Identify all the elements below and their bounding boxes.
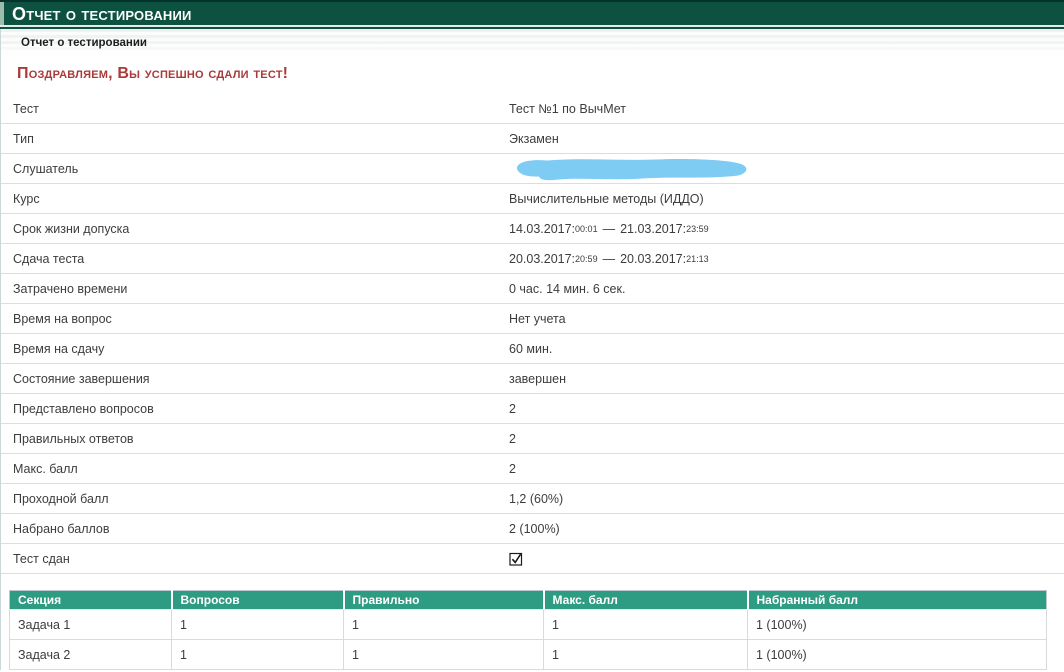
cell-questions: 1 [172,610,344,640]
cell-section: Задача 1 [10,610,172,640]
detail-label: Макс. балл [1,462,509,476]
detail-value: 2 [509,462,516,476]
cell-max-score: 1 [544,610,748,640]
detail-value: завершен [509,372,566,386]
cell-correct: 1 [344,610,544,640]
detail-label: Курс [1,192,509,206]
table-header-section: Секция [10,591,172,610]
detail-row-test-passed: Тест сдан [1,544,1064,574]
detail-row-type: Тип Экзамен [1,124,1064,154]
congrats-message: Поздравляем, Вы успешно сдали тест! [17,65,1064,87]
cell-scored: 1 (100%) [748,610,1047,640]
cell-questions: 1 [172,640,344,670]
table-header-correct: Правильно [344,591,544,610]
detail-row-max-score: Макс. балл 2 [1,454,1064,484]
detail-label: Представлено вопросов [1,402,509,416]
detail-label: Тип [1,132,509,146]
detail-value: 2 (100%) [509,522,560,536]
detail-label: Время на вопрос [1,312,509,326]
detail-label: Состояние завершения [1,372,509,386]
time-end: 23:59 [686,224,709,234]
detail-row-test: Тест Тест №1 по ВычМет [1,94,1064,124]
table-row: Задача 1 1 1 1 1 (100%) [10,610,1047,640]
detail-label: Тест сдан [1,552,509,566]
detail-value: Экзамен [509,132,559,146]
detail-row-correct-answers: Правильных ответов 2 [1,424,1064,454]
test-passed-checkbox[interactable] [509,552,523,566]
cell-scored: 1 (100%) [748,640,1047,670]
time-start: 20:59 [575,254,598,264]
detail-label: Время на сдачу [1,342,509,356]
page-title: Отчет о тестировании [4,3,192,25]
date-range-dash: — [603,252,616,266]
date-start: 14.03.2017: [509,222,575,236]
table-header-row: Секция Вопросов Правильно Макс. балл Наб… [10,591,1047,610]
detail-label: Набрано баллов [1,522,509,536]
sections-results-table: Секция Вопросов Правильно Макс. балл Наб… [9,590,1047,670]
detail-value: 2 [509,432,516,446]
detail-row-time-per-question: Время на вопрос Нет учета [1,304,1064,334]
date-end: 20.03.2017: [620,252,686,266]
detail-value-daterange: 14.03.2017:00:01 — 21.03.2017:23:59 [509,222,709,236]
detail-value: Тест №1 по ВычМет [509,102,626,116]
detail-label: Срок жизни допуска [1,222,509,236]
detail-value: 0 час. 14 мин. 6 сек. [509,282,625,296]
detail-row-completion-state: Состояние завершения завершен [1,364,1064,394]
detail-label: Правильных ответов [1,432,509,446]
date-range-dash: — [603,222,616,236]
table-header-max-score: Макс. балл [544,591,748,610]
redaction-scribble [507,157,753,181]
detail-row-access-period: Срок жизни допуска 14.03.2017:00:01 — 21… [1,214,1064,244]
detail-value-checkbox [509,552,523,566]
content-area: Отчет о тестировании Поздравляем, Вы усп… [0,29,1064,670]
report-details-list: Тест Тест №1 по ВычМет Тип Экзамен Слуша… [1,94,1064,574]
breadcrumb: Отчет о тестировании [1,37,147,49]
test-report-page: Отчет о тестировании Отчет о тестировани… [0,0,1064,672]
date-end: 21.03.2017: [620,222,686,236]
table-header-questions: Вопросов [172,591,344,610]
detail-value: Вычислительные методы (ИДДО) [509,192,704,206]
detail-label: Затрачено времени [1,282,509,296]
detail-value-redacted [509,157,753,181]
breadcrumb-bar: Отчет о тестировании [1,29,1064,57]
detail-row-course: Курс Вычислительные методы (ИДДО) [1,184,1064,214]
detail-value: 2 [509,402,516,416]
detail-label: Тест [1,102,509,116]
detail-row-passing-score: Проходной балл 1,2 (60%) [1,484,1064,514]
page-header: Отчет о тестировании [0,2,1064,25]
detail-row-questions-shown: Представлено вопросов 2 [1,394,1064,424]
time-end: 21:13 [686,254,709,264]
cell-section: Задача 2 [10,640,172,670]
detail-label: Сдача теста [1,252,509,266]
date-start: 20.03.2017: [509,252,575,266]
table-header-scored: Набранный балл [748,591,1047,610]
detail-value: 60 мин. [509,342,552,356]
detail-row-student: Слушатель [1,154,1064,184]
checkbox-checked-icon [509,552,523,566]
detail-row-attempt-period: Сдача теста 20.03.2017:20:59 — 20.03.201… [1,244,1064,274]
detail-label: Проходной балл [1,492,509,506]
detail-row-time-limit: Время на сдачу 60 мин. [1,334,1064,364]
detail-row-scored-points: Набрано баллов 2 (100%) [1,514,1064,544]
detail-value: 1,2 (60%) [509,492,563,506]
detail-row-time-spent: Затрачено времени 0 час. 14 мин. 6 сек. [1,274,1064,304]
cell-max-score: 1 [544,640,748,670]
detail-value-daterange: 20.03.2017:20:59 — 20.03.2017:21:13 [509,252,709,266]
time-start: 00:01 [575,224,598,234]
detail-label: Слушатель [1,162,509,176]
detail-value: Нет учета [509,312,566,326]
cell-correct: 1 [344,640,544,670]
table-row: Задача 2 1 1 1 1 (100%) [10,640,1047,670]
